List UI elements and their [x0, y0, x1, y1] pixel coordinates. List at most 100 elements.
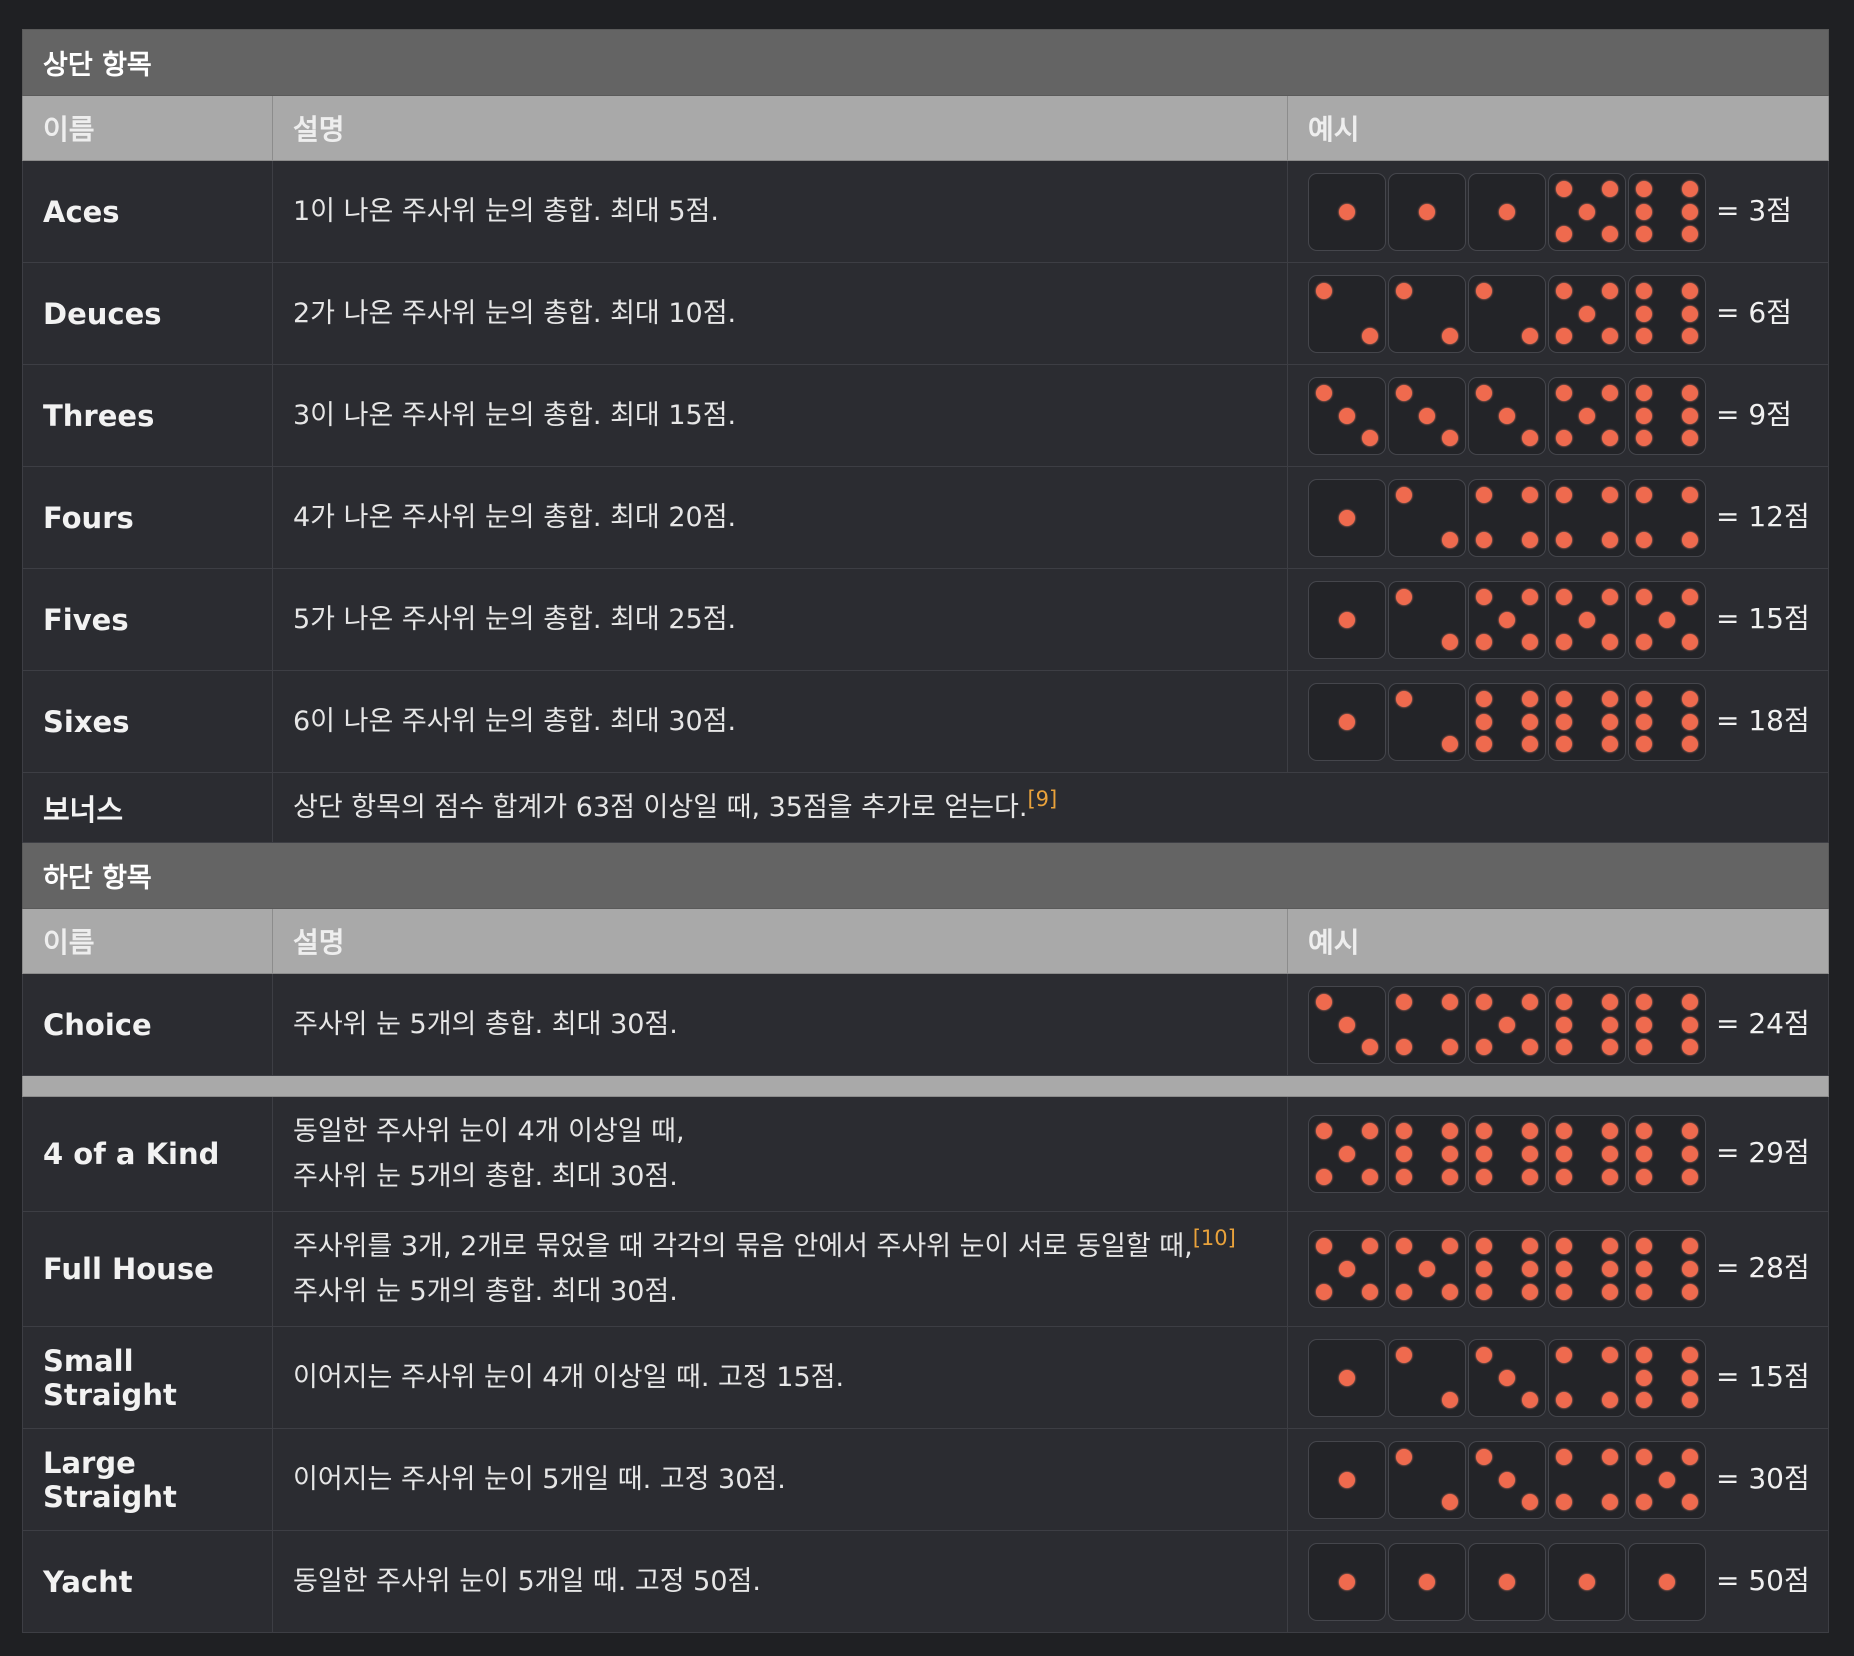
pip [1521, 634, 1538, 651]
pip [1636, 486, 1653, 503]
die-5 [1628, 1440, 1706, 1519]
category-name: Fours [22, 466, 273, 569]
pip [1681, 384, 1698, 401]
pip [1499, 1573, 1515, 1590]
pip [1601, 690, 1618, 707]
example-cell: = 3점 [1287, 160, 1829, 263]
category-name: Aces [22, 160, 273, 263]
section-title: 상단 항목 [22, 29, 1829, 96]
pip [1441, 736, 1458, 753]
pip [1636, 1238, 1653, 1255]
dice-group [1308, 1115, 1708, 1193]
pip [1556, 993, 1573, 1010]
pip [1681, 1448, 1698, 1465]
dice-group [1308, 1542, 1708, 1621]
pip [1636, 282, 1653, 299]
category-name: Threes [22, 364, 273, 467]
header-name: 이름 [22, 95, 273, 161]
pip [1556, 328, 1573, 345]
section-title: 하단 항목 [22, 842, 1829, 909]
pip [1476, 532, 1493, 549]
pip [1339, 509, 1355, 526]
die-6 [1548, 985, 1626, 1064]
pip [1579, 407, 1595, 424]
separator-row [22, 1075, 1829, 1097]
pip [1601, 486, 1618, 503]
pip [1681, 486, 1698, 503]
pip [1681, 407, 1698, 424]
category-desc: 1이 나온 주사위 눈의 총합. 최대 5점. [272, 160, 1288, 263]
pip [1419, 203, 1435, 220]
pip [1476, 486, 1493, 503]
pip [1601, 736, 1618, 753]
pip [1681, 690, 1698, 707]
pip [1636, 407, 1653, 424]
pip [1556, 486, 1573, 503]
die-1 [1628, 1542, 1706, 1621]
table-row: 4 of a Kind 동일한 주사위 눈이 4개 이상일 때, 주사위 눈 5개의… [22, 1096, 1829, 1212]
pip [1636, 328, 1653, 345]
die-1 [1308, 1440, 1386, 1519]
dice-group [1308, 1230, 1708, 1308]
pip [1636, 1283, 1653, 1300]
table-row: Sixes 6이 나온 주사위 눈의 총합. 최대 30점. = 18점 [22, 670, 1829, 773]
pip [1521, 736, 1538, 753]
score-value: = 9점 [1716, 397, 1792, 431]
pip [1601, 532, 1618, 549]
pip [1441, 634, 1458, 651]
pip [1339, 611, 1355, 628]
pip [1681, 1016, 1698, 1033]
pip [1636, 993, 1653, 1010]
pip [1681, 1283, 1698, 1300]
pip [1601, 1123, 1618, 1140]
pip [1601, 588, 1618, 605]
pip [1499, 1369, 1515, 1386]
category-desc: 3이 나온 주사위 눈의 총합. 최대 15점. [272, 364, 1288, 467]
pip [1681, 328, 1698, 345]
die-6 [1548, 682, 1626, 761]
pip [1521, 1168, 1538, 1185]
pip [1636, 305, 1653, 322]
die-4 [1548, 478, 1626, 557]
pip [1476, 736, 1493, 753]
pip [1441, 1039, 1458, 1056]
pip [1476, 713, 1493, 730]
pip [1601, 1346, 1618, 1363]
category-name: 4 of a Kind [22, 1096, 273, 1212]
die-1 [1388, 172, 1466, 251]
pip [1636, 1261, 1653, 1277]
pip [1396, 384, 1413, 401]
pip [1601, 1448, 1618, 1465]
pip [1681, 203, 1698, 220]
score-value: = 3점 [1716, 193, 1792, 227]
table-row: Threes 3이 나온 주사위 눈의 총합. 최대 15점. = 9점 [22, 364, 1829, 467]
pip [1556, 736, 1573, 753]
die-5 [1548, 580, 1626, 659]
pip [1681, 993, 1698, 1010]
pip [1316, 1283, 1333, 1300]
pip [1521, 588, 1538, 605]
pip [1361, 1238, 1378, 1255]
pip [1441, 430, 1458, 447]
footnote-link[interactable]: [9] [1027, 787, 1057, 811]
pip [1636, 180, 1653, 197]
die-6 [1388, 1115, 1466, 1193]
header-desc: 설명 [272, 95, 1288, 161]
header-desc: 설명 [272, 908, 1288, 974]
pip [1441, 1238, 1458, 1255]
example: = 12점 [1308, 478, 1828, 557]
footnote-link[interactable]: [10] [1193, 1226, 1236, 1250]
pip [1681, 1494, 1698, 1511]
pip [1316, 1238, 1333, 1255]
table-row: Deuces 2가 나온 주사위 눈의 총합. 최대 10점. = 6점 [22, 262, 1829, 365]
desc-line: 3이 나온 주사위 눈의 총합. 최대 15점. [293, 400, 737, 431]
die-2 [1388, 580, 1466, 659]
pip [1361, 1123, 1378, 1140]
category-desc: 주사위를 3개, 2개로 묶었을 때 각각의 묶음 안에서 주사위 눈이 서로 … [272, 1211, 1288, 1327]
pip [1681, 1039, 1698, 1056]
pip [1499, 1016, 1515, 1033]
pip [1521, 328, 1538, 345]
category-desc: 이어지는 주사위 눈이 4개 이상일 때. 고정 15점. [272, 1326, 1288, 1429]
pip [1579, 1573, 1595, 1590]
table-row: Large Straight 이어지는 주사위 눈이 5개일 때. 고정 30점.… [22, 1428, 1829, 1531]
